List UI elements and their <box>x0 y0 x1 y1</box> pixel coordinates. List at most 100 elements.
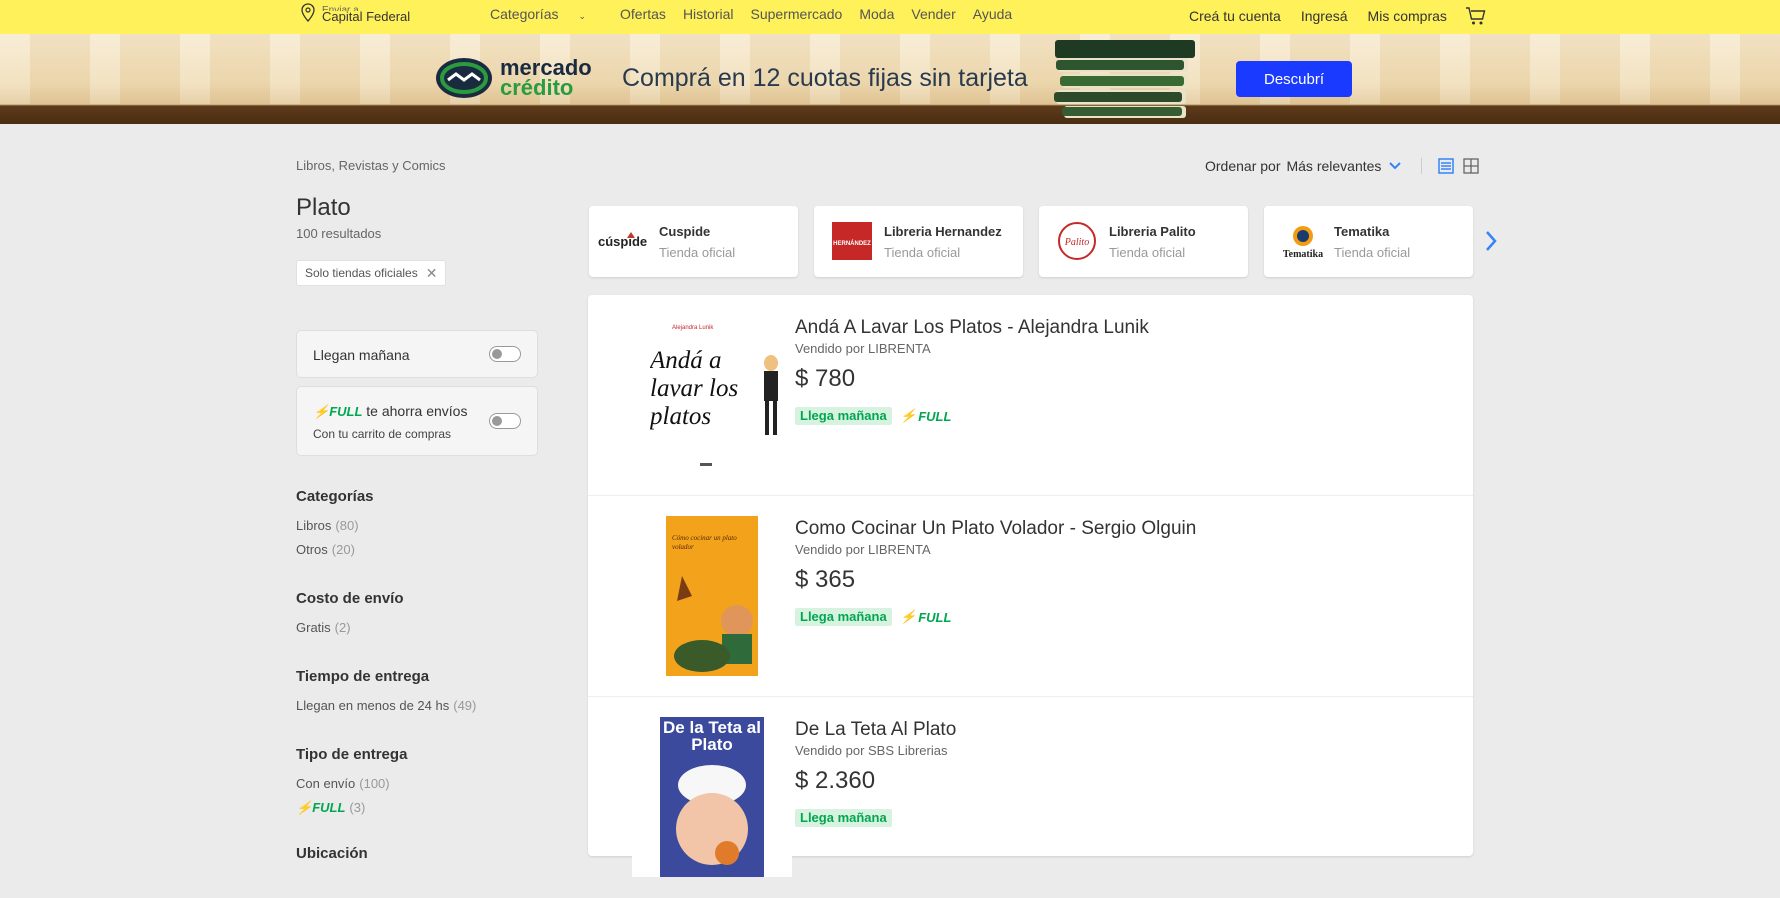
product-title[interactable]: De La Teta Al Plato <box>795 719 956 741</box>
brand-bottom: crédito <box>500 75 574 100</box>
product-title[interactable]: Andá A Lavar Los Platos - Alejandra Luni… <box>795 317 1149 339</box>
login-link[interactable]: Ingresá <box>1301 8 1348 24</box>
cuspide-logo: cúspide <box>598 232 647 249</box>
full-brand-text: FULL <box>329 404 363 419</box>
cover-title: Cómo cocinar un plato volador <box>672 534 737 551</box>
filter-title-tipo-entrega: Tipo de entrega <box>296 746 408 763</box>
filter-item-count: (100) <box>359 776 390 791</box>
sort-label: Ordenar por <box>1205 158 1281 174</box>
filter-item-label: Gratis <box>296 620 331 635</box>
my-purchases-link[interactable]: Mis compras <box>1368 8 1447 24</box>
store-name: Tematika <box>1334 224 1390 239</box>
filter-item-label: Libros <box>296 518 332 533</box>
filter-item-label: Llegan en menos de 24 hs <box>296 698 450 713</box>
tematika-logo-text: Tematika <box>1283 249 1323 260</box>
filter-item-full[interactable]: ⚡FULL (3) <box>296 800 365 816</box>
cover-title: Andá a lavar los platos <box>650 347 739 430</box>
filter-item-label: Otros <box>296 542 328 557</box>
filter-item-count: (2) <box>334 620 351 635</box>
filter-item-libros[interactable]: Libros (80) <box>296 518 359 533</box>
nav-supermercado[interactable]: Supermercado <box>751 6 843 22</box>
divider <box>1421 158 1423 174</box>
store-card-cuspide[interactable]: cúspide Cuspide Tienda oficial <box>589 206 798 277</box>
full-brand: ⚡FULL <box>313 404 363 419</box>
nav-moda[interactable]: Moda <box>859 6 894 22</box>
palito-logo-text: Palito <box>1064 237 1089 248</box>
hernandez-logo-text: HERNÁNDEZ <box>833 240 871 247</box>
full-badge-text: FULL <box>918 609 952 625</box>
full-badge: ⚡ FULL <box>900 609 951 625</box>
store-card-hernandez[interactable]: HERNÁNDEZ Libreria Hernandez Tienda ofic… <box>814 206 1023 277</box>
full-toggle-sub: Con tu carrito de compras <box>313 427 452 441</box>
chevron-down-icon[interactable] <box>1389 162 1402 170</box>
list-view-icon[interactable] <box>1438 158 1455 174</box>
nav-vender[interactable]: Vender <box>911 6 955 22</box>
full-toggle-switch[interactable] <box>489 413 521 429</box>
location-pin-icon <box>301 3 315 22</box>
product-image[interactable]: Alejandra Lunik Andá a lavar los platos <box>632 315 792 475</box>
close-icon[interactable]: ✕ <box>426 265 438 282</box>
location-selector[interactable]: Enviar a Capital Federal <box>300 0 410 26</box>
cover-title: De la Teta al Plato <box>663 719 761 754</box>
tomorrow-toggle-switch[interactable] <box>489 346 521 362</box>
filter-item-count: (3) <box>349 800 366 815</box>
full-badge: ⚡ FULL <box>900 408 951 424</box>
filter-title-tiempo-entrega: Tiempo de entrega <box>296 668 430 685</box>
sort-control: Ordenar por Más relevantes <box>1205 158 1488 174</box>
store-name: Libreria Palito <box>1109 224 1196 239</box>
filter-chip[interactable]: Solo tiendas oficiales ✕ <box>296 260 447 286</box>
filter-item-con-envio[interactable]: Con envío (100) <box>296 776 390 791</box>
discover-button[interactable]: Descubrí <box>1236 61 1352 97</box>
mercado-credito-logo: mercado crédito <box>434 56 592 100</box>
product-price: $ 2.360 <box>795 767 876 794</box>
filter-item-count: (20) <box>331 542 355 557</box>
tomorrow-toggle-box: Llegan mañana <box>296 330 538 378</box>
product-image[interactable]: Cómo cocinar un plato volador <box>632 516 792 676</box>
grid-view-icon[interactable] <box>1463 158 1480 174</box>
arrives-tomorrow-badge: Llega mañana <box>795 608 892 626</box>
nav-categorias[interactable]: Categorías ⌄ <box>490 6 603 22</box>
handshake-logo-icon <box>436 58 492 98</box>
store-card-palito[interactable]: Palito Libreria Palito Tienda oficial <box>1039 206 1248 277</box>
chevron-down-icon: ⌄ <box>578 11 587 21</box>
cover-author: Alejandra Lunik <box>672 325 714 331</box>
list-item[interactable]: De la Teta al Plato De La Teta Al Plato … <box>588 697 1473 898</box>
location-value: Capital Federal <box>322 8 411 24</box>
product-seller: Vendido por LIBRENTA <box>795 542 931 557</box>
lightning-icon: ⚡ <box>900 609 917 624</box>
filter-title-ubicacion: Ubicación <box>296 845 368 862</box>
product-title[interactable]: Como Cocinar Un Plato Volador - Sergio O… <box>795 518 1196 540</box>
full-brand-text: FULL <box>312 800 346 815</box>
tematika-logo: Tematika <box>1283 226 1323 260</box>
sort-dropdown[interactable]: Más relevantes <box>1286 158 1381 174</box>
product-image[interactable]: De la Teta al Plato <box>632 717 792 877</box>
chevron-right-icon[interactable] <box>1484 229 1498 253</box>
nav-ofertas[interactable]: Ofertas <box>620 6 666 22</box>
filter-item-otros[interactable]: Otros (20) <box>296 542 355 557</box>
filter-item-24hs[interactable]: Llegan en menos de 24 hs (49) <box>296 698 476 713</box>
main-nav: Categorías ⌄ Ofertas Historial Supermerca… <box>490 6 1029 22</box>
full-toggle-text: te ahorra envíos <box>366 403 468 419</box>
full-toggle-label: ⚡FULL te ahorra envíos <box>313 403 467 420</box>
nav-categorias-label: Categorías <box>490 6 559 22</box>
product-price: $ 365 <box>795 566 856 593</box>
top-bar: Enviar a Capital Federal Categorías ⌄ Ofe… <box>0 0 1780 34</box>
filter-chip-label: Solo tiendas oficiales <box>305 266 418 280</box>
nav-ayuda[interactable]: Ayuda <box>973 6 1012 22</box>
list-item[interactable]: Cómo cocinar un plato volador Como Cocin… <box>588 496 1473 697</box>
create-account-link[interactable]: Creá tu cuenta <box>1189 8 1281 24</box>
nav-historial[interactable]: Historial <box>683 6 734 22</box>
arrives-tomorrow-badge: Llega mañana <box>795 407 892 425</box>
filter-title-costo-envio: Costo de envío <box>296 590 404 607</box>
breadcrumb[interactable]: Libros, Revistas y Comics <box>296 158 446 173</box>
filter-item-gratis[interactable]: Gratis (2) <box>296 620 351 635</box>
arrives-tomorrow-badge: Llega mañana <box>795 809 892 827</box>
cart-icon[interactable] <box>1465 6 1487 26</box>
search-title: Plato <box>296 194 351 221</box>
full-badge-text: FULL <box>918 408 952 424</box>
promo-banner[interactable]: mercado crédito Comprá en 12 cuotas fija… <box>0 34 1780 124</box>
hernandez-logo: HERNÁNDEZ <box>832 222 872 260</box>
list-item[interactable]: Alejandra Lunik Andá a lavar los platos … <box>588 295 1473 496</box>
store-card-tematika[interactable]: Tematika Tematika Tienda oficial <box>1264 206 1473 277</box>
filter-title-categorias: Categorías <box>296 488 374 505</box>
